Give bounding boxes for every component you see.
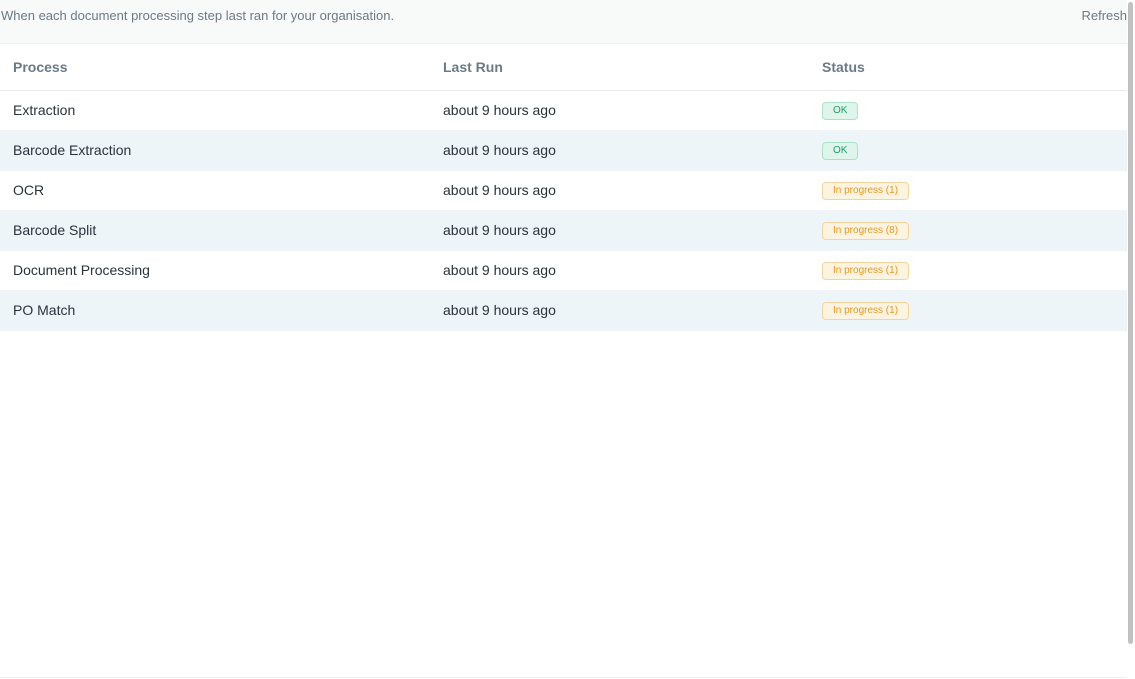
table-row[interactable]: Extraction about 9 hours ago OK: [0, 90, 1127, 131]
status-badge: In progress (1): [822, 302, 910, 320]
status-badge: In progress (1): [822, 182, 910, 200]
last-run-time: about 9 hours ago: [430, 170, 810, 211]
status-badge: OK: [822, 102, 859, 120]
last-run-time: about 9 hours ago: [430, 90, 810, 131]
last-run-time: about 9 hours ago: [430, 250, 810, 291]
process-name: PO Match: [0, 290, 430, 331]
last-run-time: about 9 hours ago: [430, 130, 810, 171]
process-status-page: When each document processing step last …: [0, 0, 1135, 679]
process-name: Extraction: [0, 90, 430, 131]
last-run-time: about 9 hours ago: [430, 290, 810, 331]
process-name: Barcode Extraction: [0, 130, 430, 171]
table-row[interactable]: Barcode Split about 9 hours ago In progr…: [0, 210, 1127, 251]
refresh-button[interactable]: Refresh: [1081, 8, 1127, 24]
table-row[interactable]: Barcode Extraction about 9 hours ago OK: [0, 130, 1127, 171]
table-row[interactable]: PO Match about 9 hours ago In progress (…: [0, 290, 1127, 331]
status-badge: In progress (8): [822, 222, 910, 240]
process-table: Process Last Run Status Extraction about…: [0, 44, 1127, 331]
table-row[interactable]: OCR about 9 hours ago In progress (1): [0, 170, 1127, 211]
page-subtitle: When each document processing step last …: [1, 8, 395, 23]
page-header: When each document processing step last …: [0, 0, 1127, 44]
process-table-container: Process Last Run Status Extraction about…: [0, 44, 1127, 331]
table-header-row: Process Last Run Status: [0, 44, 1127, 91]
process-name: Barcode Split: [0, 210, 430, 251]
process-name: OCR: [0, 170, 430, 211]
status-badge: OK: [822, 142, 859, 160]
vertical-scrollbar[interactable]: [1127, 0, 1135, 679]
column-header-process[interactable]: Process: [0, 44, 430, 91]
status-badge: In progress (1): [822, 262, 910, 280]
scrollbar-thumb[interactable]: [1128, 2, 1133, 644]
column-header-last-run[interactable]: Last Run: [430, 44, 810, 91]
last-run-time: about 9 hours ago: [430, 210, 810, 251]
footer-divider: [0, 677, 1127, 678]
table-row[interactable]: Document Processing about 9 hours ago In…: [0, 250, 1127, 291]
column-header-status[interactable]: Status: [810, 44, 1127, 91]
process-name: Document Processing: [0, 250, 430, 291]
